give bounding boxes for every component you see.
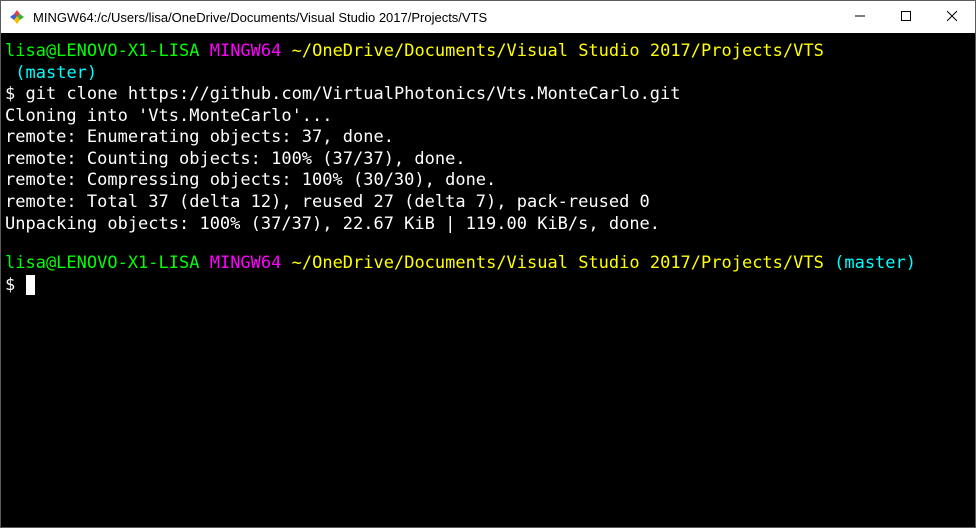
command-text: git clone https://github.com/VirtualPhot…: [25, 84, 680, 104]
terminal-window: MINGW64:/c/Users/lisa/OneDrive/Documents…: [0, 0, 976, 528]
prompt-line-2: lisa@LENOVO-X1-LISA MINGW64 ~/OneDrive/D…: [5, 253, 971, 296]
titlebar: MINGW64:/c/Users/lisa/OneDrive/Documents…: [1, 1, 975, 33]
maximize-button[interactable]: [883, 1, 929, 31]
cwd-path: ~/OneDrive/Documents/Visual Studio 2017/…: [281, 253, 823, 273]
output-line: remote: Counting objects: 100% (37/37), …: [5, 149, 466, 169]
minimize-button[interactable]: [837, 1, 883, 31]
prompt-dollar: $: [5, 84, 25, 104]
user-host: lisa@LENOVO-X1-LISA: [5, 253, 199, 273]
msys-env: MINGW64: [199, 253, 281, 273]
prompt-dollar: $: [5, 275, 25, 295]
output-line: remote: Total 37 (delta 12), reused 27 (…: [5, 192, 650, 212]
minimize-icon: [855, 11, 865, 21]
output-line: remote: Enumerating objects: 37, done.: [5, 127, 394, 147]
prompt-line-1: lisa@LENOVO-X1-LISA MINGW64 ~/OneDrive/D…: [5, 41, 971, 235]
close-icon: [947, 11, 957, 21]
user-host: lisa@LENOVO-X1-LISA: [5, 41, 199, 61]
terminal-content[interactable]: lisa@LENOVO-X1-LISA MINGW64 ~/OneDrive/D…: [1, 33, 975, 527]
output-line: Cloning into 'Vts.MonteCarlo'...: [5, 106, 333, 126]
app-icon: [9, 9, 25, 25]
cwd-path: ~/OneDrive/Documents/Visual Studio 2017/…: [281, 41, 823, 61]
git-branch: (master): [5, 63, 97, 83]
maximize-icon: [901, 11, 911, 21]
terminal-cursor: [26, 275, 35, 295]
window-title: MINGW64:/c/Users/lisa/OneDrive/Documents…: [33, 10, 837, 25]
close-button[interactable]: [929, 1, 975, 31]
window-controls: [837, 1, 975, 33]
msys-env: MINGW64: [199, 41, 281, 61]
git-branch: (master): [834, 253, 916, 273]
output-line: Unpacking objects: 100% (37/37), 22.67 K…: [5, 214, 660, 234]
output-line: remote: Compressing objects: 100% (30/30…: [5, 170, 496, 190]
